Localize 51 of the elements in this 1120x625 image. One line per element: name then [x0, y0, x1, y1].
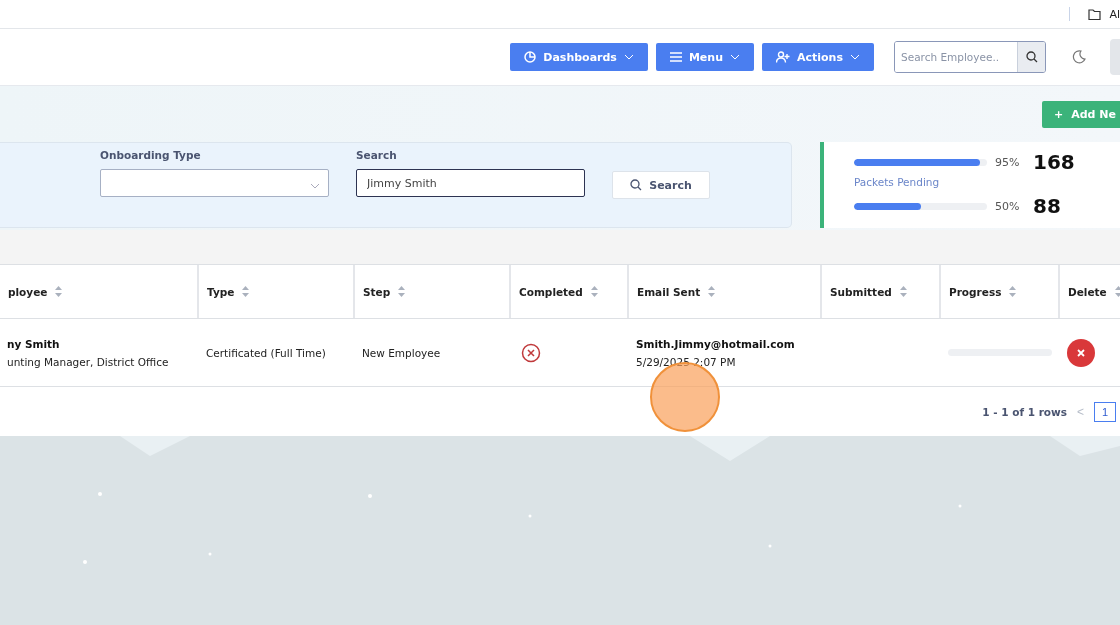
nav-dropdown-button[interactable]: Dashboards: [510, 43, 648, 71]
column-header[interactable]: ployee: [0, 265, 199, 318]
folder-icon: [1088, 8, 1102, 20]
sort-icon: [590, 286, 598, 297]
table-cell-text: Certificated (Full Time): [206, 346, 327, 359]
search-icon: [1025, 51, 1038, 63]
delete-button[interactable]: [1067, 338, 1095, 367]
search-button[interactable]: Search: [612, 171, 710, 199]
user-plus-icon: [776, 51, 790, 63]
pagination-summary: 1 - 1 of 1 rows: [982, 405, 1067, 418]
percent-text: 95%: [995, 155, 1021, 169]
pie-chart-icon: [524, 51, 537, 63]
search-icon: [630, 179, 643, 191]
moon-icon[interactable]: [1072, 50, 1086, 64]
column-header[interactable]: Type: [199, 265, 355, 318]
chevron-down-icon: [730, 54, 740, 60]
stat-label: Packets Pending: [854, 176, 941, 190]
sort-icon: [1009, 286, 1017, 297]
column-header[interactable]: Progress: [941, 265, 1060, 318]
field-label: Search: [356, 149, 398, 161]
close-icon: [1077, 348, 1085, 357]
search-input-field[interactable]: Jimmy Smith: [356, 169, 585, 197]
email-address: Smith.Jimmy@hotmail.com: [636, 337, 796, 350]
chevron-down-icon: [623, 54, 634, 60]
column-header[interactable]: Step: [355, 265, 511, 318]
count-text: 168: [1033, 150, 1075, 174]
employee-search-field[interactable]: Search Employee..: [894, 41, 1046, 73]
sort-icon: [242, 286, 250, 297]
sort-icon: [708, 286, 716, 297]
page-number-button[interactable]: 1: [1094, 401, 1116, 422]
sort-icon: [1114, 286, 1120, 297]
employee-title: unting Manager, District Office: [7, 355, 170, 368]
chevron-down-icon: [850, 54, 860, 60]
menu-icon: [669, 52, 682, 62]
nav-dropdown-button[interactable]: Menu: [655, 43, 754, 71]
employee-name: ny Smith: [7, 337, 61, 350]
chevron-down-icon: [310, 182, 320, 189]
search-button[interactable]: [1017, 42, 1045, 72]
percent-text: 50%: [995, 199, 1021, 213]
column-header[interactable]: Email Sent: [629, 265, 822, 318]
table-cell-text: New Employee: [362, 346, 442, 359]
bookmark-label[interactable]: Al: [1109, 7, 1120, 21]
count-text: 88: [1033, 194, 1061, 218]
column-header[interactable]: Delete: [1060, 265, 1120, 318]
sort-icon: [55, 286, 63, 297]
sort-icon: [398, 286, 406, 297]
field-label: Onboarding Type: [100, 149, 202, 161]
sort-icon: [899, 286, 907, 297]
column-header[interactable]: Submitted: [822, 265, 941, 318]
column-header[interactable]: Completed: [511, 265, 629, 318]
nav-dropdown-button[interactable]: Actions: [762, 43, 874, 71]
